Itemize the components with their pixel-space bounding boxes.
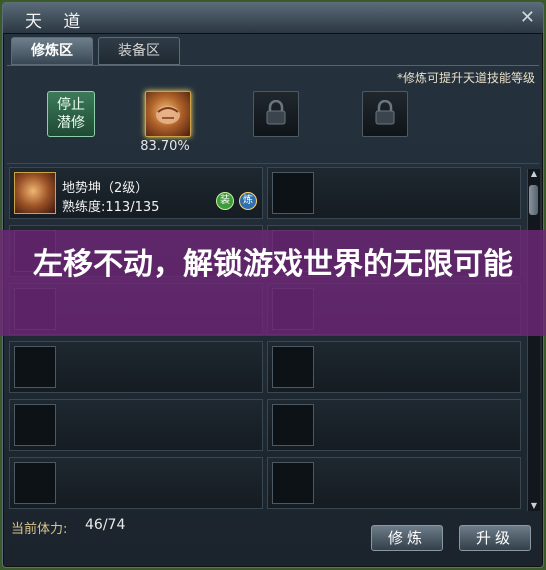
upgrade-button[interactable]: 升级	[459, 525, 531, 551]
list-item[interactable]: 地势坤（2级） 熟练度:113/135 装 炼	[9, 167, 263, 219]
locked-slot-1[interactable]	[253, 91, 299, 137]
tab-equipment[interactable]: 装备区	[98, 37, 180, 65]
empty-slot	[272, 462, 314, 504]
stop-button-line2: 潜修	[57, 115, 85, 131]
close-icon[interactable]: ✕	[520, 7, 535, 28]
banner-headline: 左移不动，解锁游戏世界的无限可能	[33, 247, 513, 282]
list-item[interactable]	[267, 399, 521, 451]
current-skill-icon[interactable]	[145, 91, 191, 137]
list-item[interactable]	[267, 167, 521, 219]
list-item[interactable]	[267, 341, 521, 393]
empty-slot	[272, 404, 314, 446]
scroll-thumb[interactable]	[529, 185, 538, 215]
empty-slot	[14, 346, 56, 388]
empty-slot	[14, 462, 56, 504]
list-scrollbar[interactable]: ▲ ▼	[527, 169, 540, 511]
train-button[interactable]: 修炼	[371, 525, 443, 551]
stop-button-line1: 停止	[57, 97, 85, 113]
tab-divider	[7, 65, 539, 66]
training-progress: 83.70%	[140, 139, 190, 154]
window-title: 天 道	[25, 12, 89, 32]
locked-slot-2[interactable]	[362, 91, 408, 137]
list-item[interactable]	[9, 457, 263, 509]
skill-slot-icon	[14, 172, 56, 214]
lock-icon	[375, 100, 395, 125]
lock-icon	[266, 100, 286, 125]
skill-list: 地势坤（2级） 熟练度:113/135 装 炼	[9, 167, 521, 511]
train-badge[interactable]: 炼	[239, 192, 257, 210]
list-item[interactable]	[9, 399, 263, 451]
equip-badge[interactable]: 装	[216, 192, 234, 210]
empty-slot	[272, 172, 314, 214]
skill-proficiency: 熟练度:113/135	[62, 200, 160, 215]
empty-slot	[272, 346, 314, 388]
skill-name: 地势坤（2级）	[62, 181, 149, 196]
title-bar[interactable]: 天 道 ✕	[3, 3, 543, 34]
section-divider	[7, 163, 539, 164]
scroll-down-icon[interactable]: ▼	[529, 501, 539, 511]
hint-text: *修炼可提升天道技能等级	[396, 71, 535, 85]
stamina-value: 46/74	[85, 517, 126, 533]
stop-meditation-button[interactable]: 停止 潜修	[47, 91, 95, 137]
empty-slot	[14, 404, 56, 446]
stamina-label: 当前体力:	[11, 522, 68, 537]
fist-icon	[156, 106, 180, 124]
list-item[interactable]	[9, 341, 263, 393]
scroll-up-icon[interactable]: ▲	[529, 169, 539, 179]
overlay-banner: 左移不动，解锁游戏世界的无限可能	[0, 230, 546, 336]
tab-training[interactable]: 修炼区	[11, 37, 93, 65]
list-item[interactable]	[267, 457, 521, 509]
